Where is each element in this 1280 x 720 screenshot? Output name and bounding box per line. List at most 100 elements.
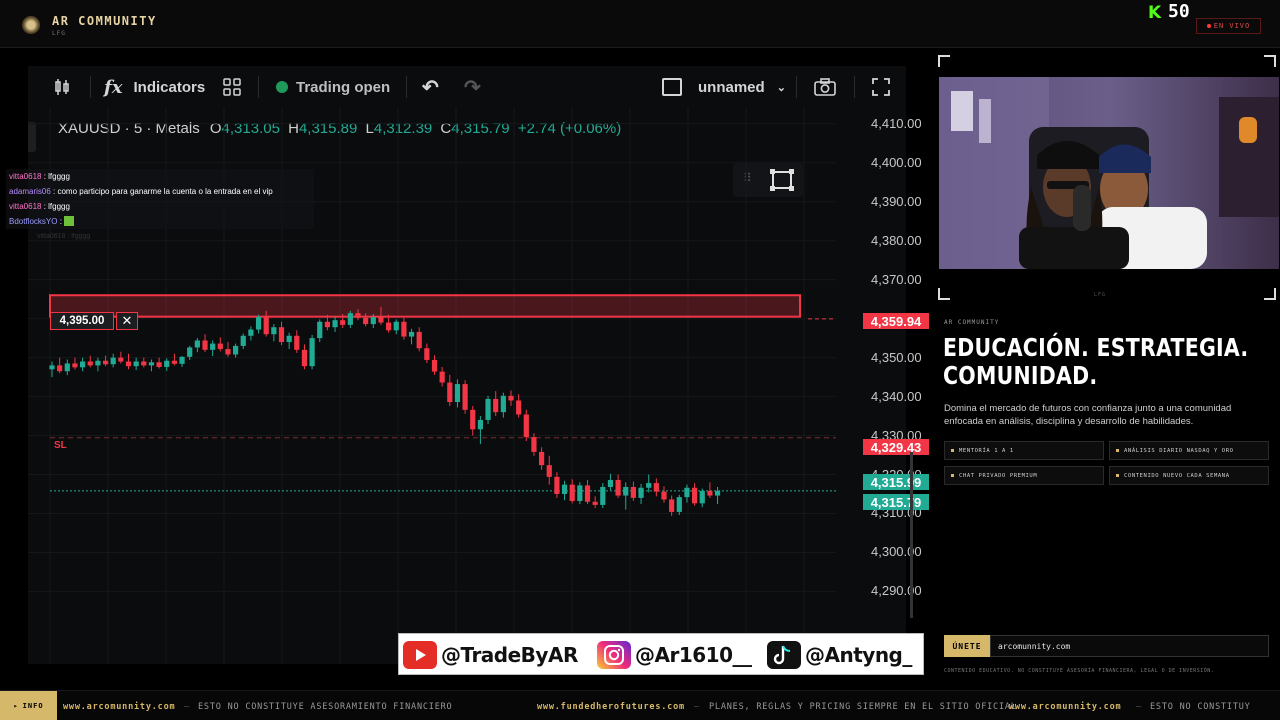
- candle: [630, 486, 636, 498]
- chat-text: lfgggg: [48, 202, 70, 211]
- ticker-link[interactable]: www.fundedherofutures.com: [537, 702, 685, 712]
- candle: [187, 347, 193, 357]
- candle: [408, 331, 415, 337]
- candle: [278, 327, 285, 343]
- chat-username: vitta0618: [9, 202, 42, 211]
- chat-message: adamaris06 : como participo para ganarme…: [9, 187, 273, 196]
- price-scale-label: 4,340.00: [871, 388, 922, 404]
- panel-subtitle: AR COMMUNITY: [944, 319, 1000, 326]
- candle: [661, 491, 667, 500]
- candles-icon: [55, 79, 69, 95]
- chart-scrollbar[interactable]: [910, 452, 913, 618]
- webcam-image: [939, 77, 1279, 269]
- fullscreen-icon: [872, 78, 890, 96]
- candle: [347, 313, 353, 325]
- candle: [592, 501, 598, 505]
- redo-icon: ↷: [464, 76, 481, 99]
- candle: [393, 321, 399, 331]
- candle: [164, 360, 170, 367]
- candle: [692, 487, 698, 504]
- panel-disclaimer: CONTENIDO EDUCATIVO. NO CONSTITUYE ASESO…: [944, 668, 1215, 674]
- chat-message: vitta0618 : lfgggg: [9, 202, 70, 211]
- close-value: 4,315.79: [451, 120, 510, 137]
- candle: [531, 437, 537, 452]
- candle: [248, 329, 254, 336]
- ticker-link[interactable]: www.arcomunnity.com: [1009, 702, 1121, 712]
- candle: [102, 360, 109, 365]
- join-url[interactable]: arcomunnity.com: [990, 635, 1269, 657]
- bullet-icon: [1116, 474, 1119, 477]
- candle: [699, 490, 705, 504]
- candle-type-button[interactable]: [52, 76, 72, 98]
- chat-username: BdotflocksYO: [9, 217, 58, 226]
- high-value: 4,315.89: [298, 120, 358, 137]
- ask-price-tag: 4,315.99: [863, 474, 929, 490]
- ticker-link[interactable]: www.arcomunnity.com: [63, 702, 175, 712]
- layouts-button[interactable]: [222, 76, 242, 98]
- function-icon: fx: [104, 76, 123, 98]
- candle: [439, 371, 445, 383]
- grid-icon: [223, 78, 241, 96]
- drag-handle-icon[interactable]: ⠿: [743, 171, 752, 185]
- layout-name-dropdown[interactable]: unnamed ⌄: [662, 76, 786, 98]
- remove-alert-button[interactable]: ✕: [116, 312, 138, 330]
- candle: [95, 360, 101, 366]
- candle: [462, 384, 468, 410]
- candle: [646, 483, 652, 488]
- candle: [332, 320, 338, 328]
- candle: [271, 327, 277, 335]
- candle: [623, 486, 629, 496]
- redo-button[interactable]: ↷: [464, 76, 481, 99]
- brand-logo: [22, 16, 40, 34]
- live-dot-icon: [1206, 24, 1211, 28]
- brand-tagline: LFG: [52, 30, 66, 37]
- candle: [156, 362, 162, 367]
- trading-status[interactable]: Trading open: [276, 76, 390, 98]
- price-scale-label: 4,390.00: [871, 193, 922, 209]
- candle: [714, 490, 721, 496]
- price-chart-svg: [28, 108, 836, 664]
- alert-price-label[interactable]: 4,395.00: [50, 312, 114, 330]
- sl-label: SL: [54, 440, 67, 451]
- candle: [546, 465, 552, 477]
- candle: [202, 340, 208, 350]
- open-value: 4,313.05: [221, 120, 280, 137]
- ticker-text: ESTO NO CONSTITUYE ASESORAMIENTO FINANCI…: [198, 702, 453, 712]
- change-value: +2.74 (+0.06%): [517, 120, 622, 137]
- price-scale-label: 4,300.00: [871, 544, 922, 560]
- candle: [133, 361, 139, 367]
- candle: [49, 365, 55, 370]
- candle: [363, 317, 369, 325]
- candle: [600, 486, 606, 505]
- candle: [615, 479, 621, 496]
- candle: [569, 484, 575, 502]
- candle: [324, 321, 330, 328]
- viewer-count: 50: [1168, 1, 1190, 22]
- rectangle-tool-icon[interactable]: [769, 168, 795, 192]
- trading-chart: fx Indicators Trading open ↶ ↷ unnamed ⌄…: [28, 66, 929, 664]
- candle: [378, 317, 384, 323]
- collapse-handle[interactable]: [28, 122, 36, 152]
- layout-name: unnamed: [698, 78, 765, 96]
- join-label: ÚNETE: [944, 635, 990, 657]
- fullscreen-button[interactable]: [871, 76, 891, 98]
- price-scale-label: 4,400.00: [871, 154, 922, 170]
- close-icon: ✕: [121, 313, 133, 328]
- candle: [485, 398, 491, 420]
- drawing-toolbar[interactable]: ⠿: [733, 163, 803, 197]
- chat-message: BdotflocksYO :: [8, 214, 273, 229]
- status-dot-icon: [276, 81, 288, 93]
- candle: [80, 361, 86, 368]
- bullet-icon: [951, 474, 954, 477]
- candle: [148, 362, 155, 366]
- candle: [294, 335, 300, 350]
- candle: [210, 343, 216, 350]
- screenshot-button[interactable]: [814, 76, 836, 98]
- candle: [87, 361, 93, 366]
- feature-item: CHAT PRIVADO PREMIUM: [944, 466, 1104, 485]
- undo-button[interactable]: ↶: [422, 76, 439, 99]
- chat-text: lfgggg: [48, 172, 70, 181]
- trading-status-label: Trading open: [296, 78, 391, 96]
- candle: [240, 335, 246, 346]
- indicators-button[interactable]: fx Indicators: [104, 76, 205, 98]
